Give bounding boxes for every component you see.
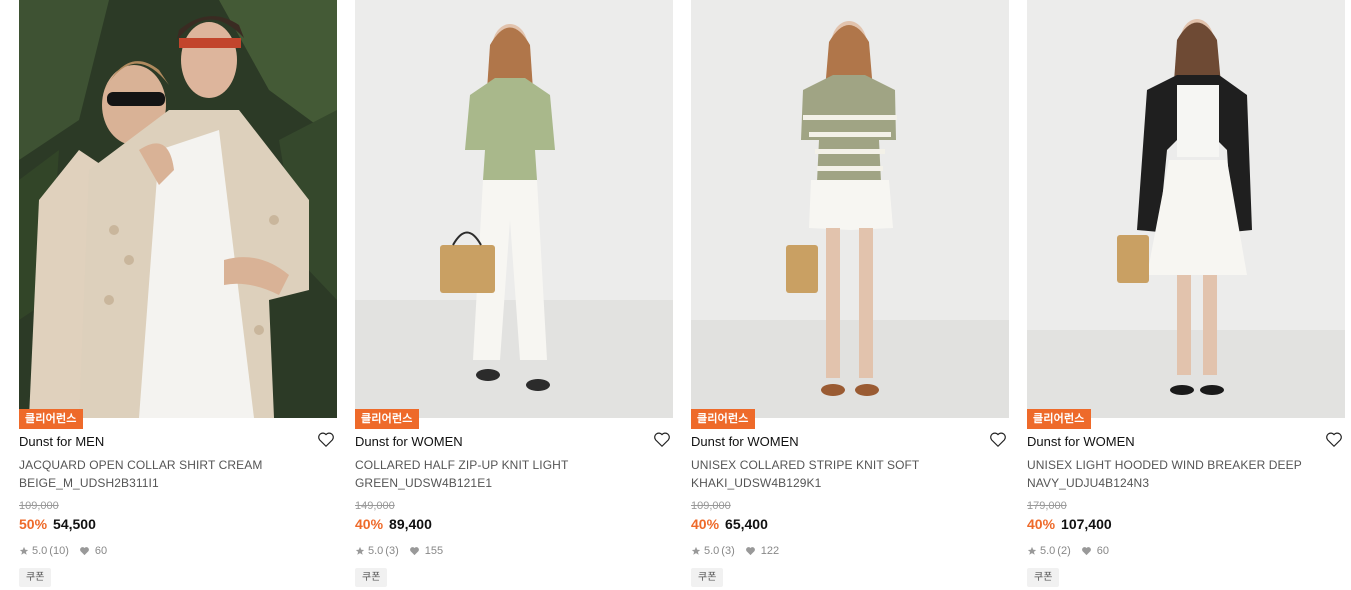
like-count: 60 <box>94 545 108 557</box>
heart-filled-icon <box>79 547 89 556</box>
rating-value: 5.0 <box>1040 545 1056 557</box>
coupon-badge: 쿠폰 <box>691 568 724 587</box>
review-count: (3) <box>721 545 735 557</box>
heart-outline-icon[interactable] <box>989 431 1007 448</box>
product-name[interactable]: JACQUARD OPEN COLLAR SHIRT CREAM BEIGE_M… <box>19 456 319 492</box>
product-meta: 5.0 (3) 122 <box>691 545 779 557</box>
brand-name[interactable]: Dunst for WOMEN <box>691 434 799 449</box>
product-card[interactable]: 클리어런스 Dunst for WOMEN COLLARED HALF ZIP-… <box>355 0 673 590</box>
review-count: (2) <box>1057 545 1071 557</box>
coupon-badge: 쿠폰 <box>1027 568 1060 587</box>
review-count: (10) <box>49 545 69 557</box>
discount-rate: 40% <box>691 516 720 532</box>
sale-price: 65,400 <box>725 516 768 532</box>
heart-filled-icon <box>745 547 755 556</box>
star-icon <box>1027 546 1037 555</box>
rating-value: 5.0 <box>704 545 720 557</box>
price-line: 50% 54,500 <box>19 516 96 532</box>
clearance-badge: 클리어런스 <box>355 409 419 429</box>
rating-value: 5.0 <box>32 545 48 557</box>
product-card[interactable]: 클리어런스 Dunst for WOMEN UNISEX LIGHT HOODE… <box>1027 0 1345 590</box>
heart-outline-icon[interactable] <box>1325 431 1343 448</box>
product-image[interactable] <box>691 0 1009 418</box>
original-price: 149,000 <box>355 500 395 512</box>
like-count: 122 <box>760 545 780 557</box>
brand-name[interactable]: Dunst for WOMEN <box>1027 434 1135 449</box>
product-image[interactable] <box>19 0 337 418</box>
like-count: 60 <box>1096 545 1109 557</box>
heart-outline-icon[interactable] <box>317 431 335 448</box>
product-image[interactable] <box>1027 0 1345 418</box>
product-name[interactable]: COLLARED HALF ZIP-UP KNIT LIGHT GREEN_UD… <box>355 456 655 492</box>
product-grid: 클리어런스 Dunst for MEN JACQUARD OPEN COLLAR… <box>0 0 1351 590</box>
clearance-badge: 클리어런스 <box>691 409 755 429</box>
product-meta: 5.0 (2) 60 <box>1027 545 1109 557</box>
product-meta: 5.0 (10) 60 <box>19 545 107 557</box>
original-price: 109,000 <box>19 500 59 512</box>
product-card[interactable]: 클리어런스 Dunst for MEN JACQUARD OPEN COLLAR… <box>19 0 337 590</box>
product-name[interactable]: UNISEX COLLARED STRIPE KNIT SOFT KHAKI_U… <box>691 456 991 492</box>
star-icon <box>19 546 29 555</box>
price-line: 40% 89,400 <box>355 516 432 532</box>
coupon-badge: 쿠폰 <box>19 568 52 587</box>
discount-rate: 40% <box>1027 516 1056 532</box>
rating-value: 5.0 <box>368 545 384 557</box>
price-line: 40% 107,400 <box>1027 516 1112 532</box>
like-count: 155 <box>424 545 444 557</box>
sale-price: 107,400 <box>1061 516 1112 532</box>
sale-price: 89,400 <box>389 516 432 532</box>
discount-rate: 40% <box>355 516 384 532</box>
heart-filled-icon <box>409 547 419 556</box>
product-name[interactable]: UNISEX LIGHT HOODED WIND BREAKER DEEP NA… <box>1027 456 1327 492</box>
brand-name[interactable]: Dunst for MEN <box>19 434 104 449</box>
price-line: 40% 65,400 <box>691 516 768 532</box>
brand-name[interactable]: Dunst for WOMEN <box>355 434 463 449</box>
heart-outline-icon[interactable] <box>653 431 671 448</box>
clearance-badge: 클리어런스 <box>1027 409 1091 429</box>
clearance-badge: 클리어런스 <box>19 409 83 429</box>
review-count: (3) <box>385 545 399 557</box>
product-image[interactable] <box>355 0 673 418</box>
product-meta: 5.0 (3) 155 <box>355 545 443 557</box>
coupon-badge: 쿠폰 <box>355 568 388 587</box>
heart-filled-icon <box>1081 547 1091 556</box>
original-price: 179,000 <box>1027 500 1067 512</box>
star-icon <box>691 546 701 555</box>
star-icon <box>355 546 365 555</box>
discount-rate: 50% <box>19 516 48 532</box>
product-card[interactable]: 클리어런스 Dunst for WOMEN UNISEX COLLARED ST… <box>691 0 1009 590</box>
original-price: 109,000 <box>691 500 731 512</box>
sale-price: 54,500 <box>53 516 96 532</box>
